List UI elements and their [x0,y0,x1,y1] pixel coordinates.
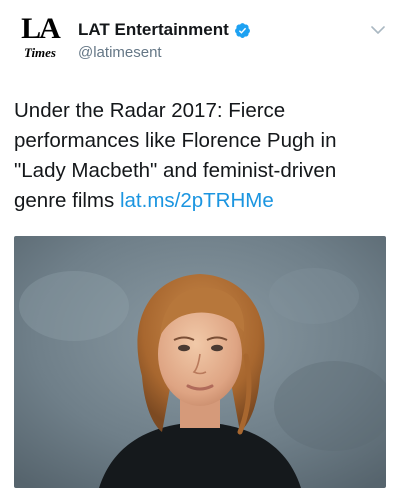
display-name[interactable]: LAT Entertainment [78,20,229,40]
verified-badge-icon [234,22,250,38]
tweet-header: LA Times LAT Entertainment @latimesent [0,0,400,80]
avatar-logo-top: LA [21,12,61,45]
avatar-logo-bottom: Times [23,45,56,60]
display-name-row: LAT Entertainment [78,18,251,42]
tweet-text: Under the Radar 2017: Fierce performance… [14,96,388,216]
tweet-link[interactable]: lat.ms/2pTRHMe [120,189,274,212]
account-handle[interactable]: @latimesent [78,44,162,61]
tweet-photo[interactable] [14,236,386,488]
avatar[interactable]: LA Times [16,14,64,70]
chevron-down-icon[interactable] [370,24,386,36]
portrait-photo [14,236,386,488]
